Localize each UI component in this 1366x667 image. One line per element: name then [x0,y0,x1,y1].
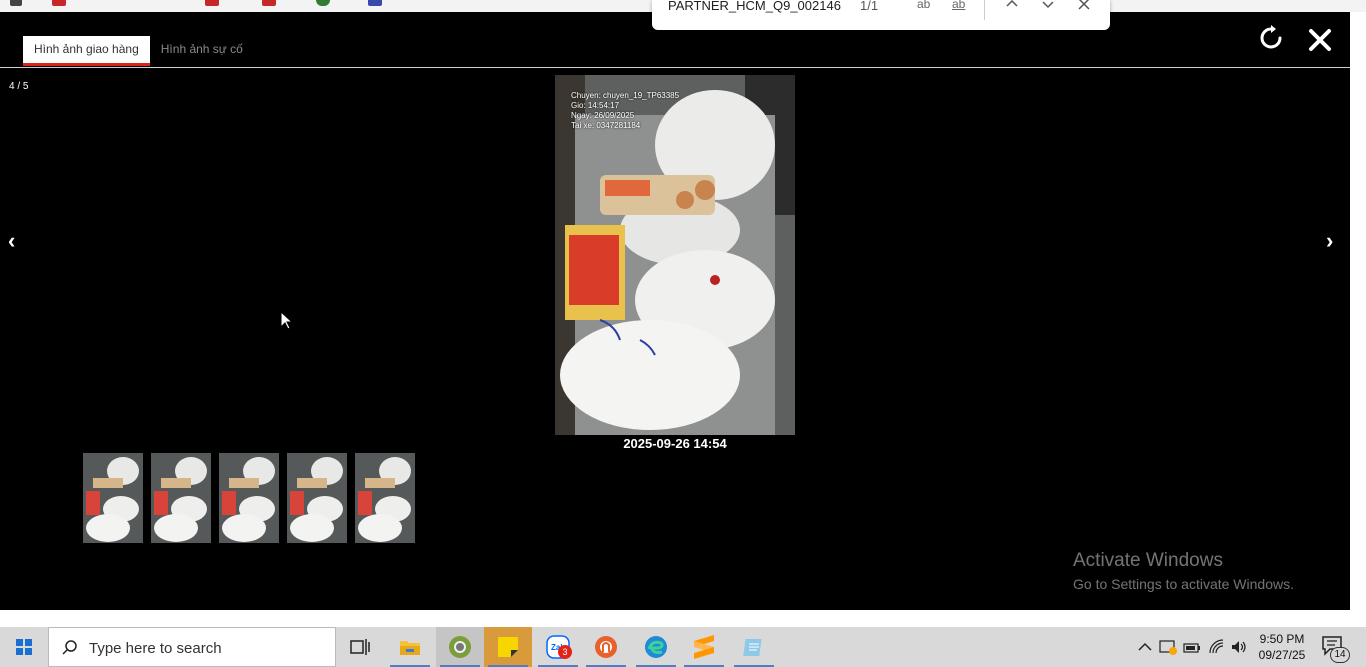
wifi-icon[interactable] [1208,638,1226,656]
zalo-unread-badge: 3 [558,645,572,659]
activate-windows-watermark: Activate Windows Go to Settings to activ… [1073,550,1294,592]
thumbnail-image[interactable] [83,453,143,543]
chevron-down-icon[interactable] [1039,0,1057,13]
find-divider [984,0,985,20]
stamp-line: Chuyen: chuyen_19_TP63385 [571,91,680,100]
thumbnail-image[interactable] [219,453,279,543]
tab-delivery-images[interactable]: Hình ảnh giao hàng [23,36,150,66]
thumbnail-image[interactable] [355,453,415,543]
stamp-line: Gio: 14:54:17 [571,101,620,110]
sticky-notes-icon[interactable] [484,627,532,667]
security-warning-icon[interactable] [1159,638,1177,656]
taskbar-clock[interactable]: 9:50 PM 09/27/25 [1254,631,1310,663]
modal-tabs: Hình ảnh giao hàng Hình ảnh sự cố [23,36,254,66]
notepad-icon[interactable] [730,627,778,667]
photo-caption: 2025-09-26 14:54 [623,436,727,451]
image-viewer-modal: Hình ảnh giao hàng Hình ảnh sự cố 4 / 5 … [0,12,1350,610]
windows-start-button[interactable] [0,627,48,667]
search-icon [62,640,77,655]
grid-icon[interactable] [10,0,22,6]
battery-icon[interactable] [1183,638,1201,656]
chrome-canary-icon[interactable] [436,627,484,667]
next-image-button[interactable]: › [1326,228,1333,254]
task-view-icon[interactable] [336,627,384,667]
anydesk-icon[interactable] [582,627,630,667]
edge-icon[interactable] [632,627,680,667]
watermark-title: Activate Windows [1073,550,1223,571]
find-match-count: 1/1 [860,0,879,13]
bookmark-icon[interactable] [52,0,66,6]
close-icon[interactable] [1306,26,1334,54]
stamp-line: Tai xe: 0347281184 [571,121,641,130]
clock-time: 9:50 PM [1259,632,1305,646]
find-in-page-bar: PARTNER_HCM_Q9_002146 1/1 ab ab [652,0,1110,30]
whole-word-toggle[interactable]: ab [952,0,965,11]
chevron-up-icon[interactable] [1136,638,1154,656]
search-placeholder: Type here to search [89,640,222,657]
sublime-icon[interactable] [680,627,728,667]
file-explorer-icon[interactable] [386,627,434,667]
previous-image-button[interactable]: ‹ [8,228,15,254]
stamp-line: Ngay: 26/09/2025 [571,111,635,120]
image-counter: 4 / 5 [9,81,29,92]
thumbnail-strip [83,453,415,543]
find-input[interactable]: PARTNER_HCM_Q9_002146 [668,0,841,13]
screen: Hình ảnh giao hàng Hình ảnh sự cố 4 / 5 … [0,0,1366,667]
chevron-up-icon[interactable] [1003,0,1021,13]
delivery-photo: Chuyen: chuyen_19_TP63385 Gio: 14:54:17 … [555,75,795,435]
bookmark-icon[interactable] [316,0,330,6]
rotate-icon[interactable] [1257,24,1285,52]
notification-count-badge: 14 [1330,647,1350,663]
tab-divider [0,67,1350,68]
bookmark-icon[interactable] [205,0,219,6]
watermark-subtitle: Go to Settings to activate Windows. [1073,576,1294,592]
bookmark-icon[interactable] [262,0,276,6]
mouse-cursor-icon [280,310,294,335]
match-case-toggle[interactable]: ab [917,0,930,11]
clock-date: 09/27/25 [1258,648,1306,662]
volume-icon[interactable] [1230,638,1248,656]
taskbar-search-box[interactable]: Type here to search [48,627,336,667]
close-icon[interactable] [1075,0,1093,13]
bookmark-icon[interactable] [368,0,382,6]
thumbnail-image[interactable] [287,453,347,543]
tab-incident-images[interactable]: Hình ảnh sự cố [150,36,254,66]
photo-timestamp-stamp: Chuyen: chuyen_19_TP63385 Gio: 14:54:17 … [571,91,679,131]
windows-taskbar: Type here to search Zalo 3 [0,627,1366,667]
thumbnail-image[interactable] [151,453,211,543]
zalo-icon[interactable]: Zalo [534,627,582,667]
